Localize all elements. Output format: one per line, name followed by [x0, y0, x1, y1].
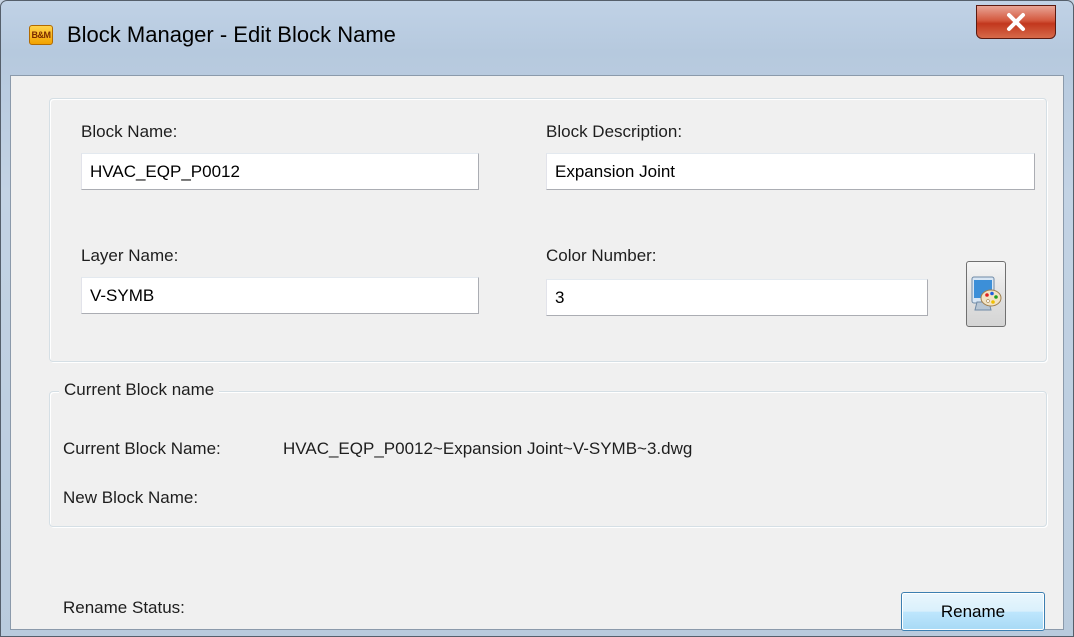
- current-block-name-value: HVAC_EQP_P0012~Expansion Joint~V-SYMB~3.…: [283, 439, 693, 458]
- current-block-group-title: Current Block name: [59, 380, 220, 400]
- current-block-group: [49, 391, 1047, 527]
- color-picker-button[interactable]: [966, 261, 1006, 327]
- block-manager-window: B&M Block Manager - Edit Block Name Bloc…: [0, 0, 1074, 637]
- block-description-label: Block Description:: [546, 122, 683, 141]
- window-title: Block Manager - Edit Block Name: [67, 22, 396, 47]
- dialog-body: Block Name: Block Description: Layer Nam…: [10, 75, 1064, 631]
- title-bar[interactable]: B&M Block Manager - Edit Block Name: [1, 1, 1073, 75]
- color-number-input[interactable]: [546, 279, 928, 316]
- app-icon[interactable]: B&M: [29, 25, 53, 45]
- rename-button[interactable]: Rename: [901, 592, 1045, 631]
- close-icon: [1007, 13, 1025, 31]
- color-palette-icon: [971, 276, 1002, 311]
- current-block-name-label: Current Block Name:: [63, 439, 221, 458]
- new-block-name-label: New Block Name:: [63, 488, 199, 507]
- block-name-label: Block Name:: [81, 122, 178, 141]
- block-name-input[interactable]: [81, 153, 479, 190]
- close-button[interactable]: [976, 5, 1056, 39]
- color-number-label: Color Number:: [546, 246, 657, 265]
- block-description-input[interactable]: [546, 153, 1035, 190]
- rename-status-label: Rename Status:: [63, 598, 185, 617]
- layer-name-label: Layer Name:: [81, 246, 179, 265]
- layer-name-input[interactable]: [81, 277, 479, 314]
